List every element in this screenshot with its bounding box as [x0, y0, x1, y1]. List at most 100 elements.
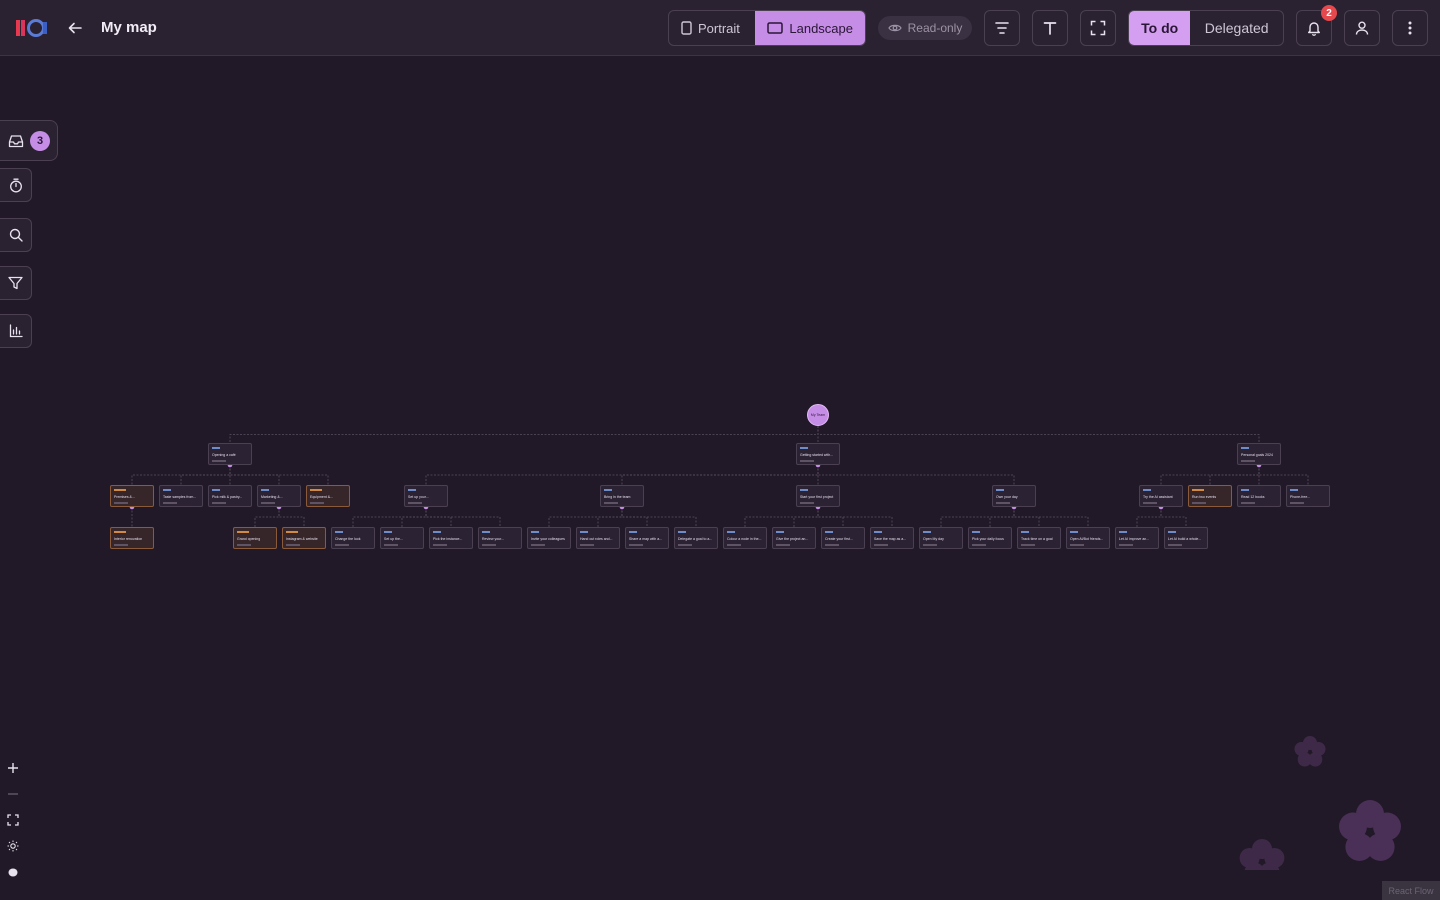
map-node-level2[interactable]: Equipment &...	[306, 485, 350, 507]
map-node-level3[interactable]: Share a map with a...	[625, 527, 669, 549]
map-node-level3[interactable]: Invite your colleagues	[527, 527, 571, 549]
map-node-level3[interactable]: Open AI/Bot friends...	[1066, 527, 1110, 549]
node-tag	[163, 489, 171, 491]
notifications-button[interactable]: 2	[1296, 5, 1337, 46]
node-tag	[261, 489, 269, 491]
node-meta	[800, 460, 814, 462]
map-connectors	[129, 426, 1309, 527]
map-node-level1[interactable]: Getting started with...	[796, 443, 840, 465]
node-tag	[212, 489, 220, 491]
connector-line	[744, 507, 819, 527]
map-node-level3[interactable]: Let AI build a whole...	[1164, 527, 1208, 549]
app-logo[interactable]	[16, 18, 50, 38]
node-tag	[1168, 531, 1176, 533]
node-label: Let AI build a whole...	[1168, 537, 1202, 541]
map-node-level2[interactable]: Premises &...	[110, 485, 154, 507]
react-flow-attribution[interactable]: React Flow	[1382, 881, 1440, 900]
node-meta	[1070, 544, 1084, 546]
map-node-level3[interactable]: Open My day	[919, 527, 963, 549]
landscape-button[interactable]: Landscape	[755, 11, 865, 45]
map-node-level2[interactable]: Taste samples from...	[159, 485, 203, 507]
node-label: Premises &...	[114, 495, 135, 499]
node-tag	[286, 531, 298, 533]
map-node-level3[interactable]: Change the look	[331, 527, 375, 549]
align-button[interactable]	[984, 10, 1020, 46]
eye-icon	[887, 24, 902, 32]
map-node-level2[interactable]: Run two events	[1188, 485, 1232, 507]
connector-line	[352, 507, 427, 527]
node-meta	[384, 544, 398, 546]
fullscreen-button[interactable]	[1080, 10, 1116, 46]
node-label: Open My day	[923, 537, 944, 541]
map-node-level1[interactable]: Personal goals 2024	[1237, 443, 1281, 465]
connector-line	[817, 507, 893, 527]
todo-tab[interactable]: To do	[1129, 11, 1191, 45]
node-tag	[604, 489, 612, 491]
node-label: Phone-free...	[1290, 495, 1311, 499]
map-node-level2[interactable]: Own your day	[992, 485, 1036, 507]
node-meta	[531, 544, 545, 546]
map-node-level2[interactable]: Phone-free...	[1286, 485, 1330, 507]
map-node-level2[interactable]: Set up your...	[404, 485, 448, 507]
map-node-level3[interactable]: Review your...	[478, 527, 522, 549]
node-label: Set up your...	[408, 495, 429, 499]
text-button[interactable]	[1032, 10, 1068, 46]
connector-line	[817, 465, 1015, 485]
map-node-level2[interactable]: Bring in the team	[600, 485, 644, 507]
node-label: Opening a café	[212, 453, 236, 457]
node-label: Track time on a goal	[1021, 537, 1053, 541]
map-node-level3[interactable]: Track time on a goal	[1017, 527, 1061, 549]
map-root-node[interactable]: My Team	[807, 404, 829, 426]
delegated-tab[interactable]: Delegated	[1190, 11, 1283, 45]
back-button[interactable]	[62, 16, 88, 40]
node-meta	[727, 544, 741, 546]
map-node-level2[interactable]: Read 12 books	[1237, 485, 1281, 507]
node-meta	[114, 502, 128, 504]
map-node-level3[interactable]: Hand out roles and...	[576, 527, 620, 549]
map-node-level3[interactable]: Delegate a goal to a...	[674, 527, 718, 549]
node-label: Delegate a goal to a...	[678, 537, 713, 541]
node-tag	[531, 531, 539, 533]
node-meta	[212, 502, 226, 504]
node-label: Give the project an...	[776, 537, 809, 541]
account-button[interactable]	[1344, 10, 1380, 46]
flower-decoration	[1239, 736, 1401, 870]
node-tag	[1119, 531, 1127, 533]
map-node-level3[interactable]: Save the map as a...	[870, 527, 914, 549]
node-label: Colour a node in the...	[727, 537, 762, 541]
mind-map-canvas[interactable]: My Team Opening a café Getting started wi…	[0, 56, 1440, 900]
node-tag	[580, 531, 588, 533]
more-menu-button[interactable]	[1392, 10, 1428, 46]
connector-line	[989, 507, 1015, 527]
node-meta	[972, 544, 986, 546]
node-tag	[678, 531, 686, 533]
map-node-level3[interactable]: Pick the instance...	[429, 527, 473, 549]
map-node-level2[interactable]: Marketing &...	[257, 485, 301, 507]
portrait-button[interactable]: Portrait	[669, 11, 755, 45]
notifications-badge: 2	[1321, 5, 1337, 21]
map-node-level3[interactable]: Pick your daily focus	[968, 527, 1012, 549]
node-label: Pick your daily focus	[972, 537, 1004, 541]
map-node-level3[interactable]: Instagram & website	[282, 527, 326, 549]
map-node-level3[interactable]: Create your first...	[821, 527, 865, 549]
node-meta	[1143, 502, 1157, 504]
map-node-level2[interactable]: Start your first project	[796, 485, 840, 507]
node-meta	[163, 502, 177, 504]
node-meta	[923, 544, 937, 546]
node-tag	[800, 489, 808, 491]
map-node-level3[interactable]: Let AI improve an...	[1115, 527, 1159, 549]
connector-line	[425, 465, 819, 485]
text-icon	[1043, 22, 1057, 35]
node-meta	[261, 502, 275, 504]
map-node-level3[interactable]: Colour a node in the...	[723, 527, 767, 549]
map-node-level3[interactable]: Grand opening	[233, 527, 277, 549]
map-node-level3[interactable]: Interior renovation	[110, 527, 154, 549]
map-node-level2[interactable]: Try the AI assistant	[1139, 485, 1183, 507]
node-meta	[604, 502, 618, 504]
todo-label: To do	[1141, 20, 1179, 36]
map-node-level1[interactable]: Opening a café	[208, 443, 252, 465]
map-node-level2[interactable]: Pick milk & pastry...	[208, 485, 252, 507]
read-only-toggle[interactable]: Read-only	[878, 16, 972, 40]
map-node-level3[interactable]: Set up the...	[380, 527, 424, 549]
map-node-level3[interactable]: Give the project an...	[772, 527, 816, 549]
